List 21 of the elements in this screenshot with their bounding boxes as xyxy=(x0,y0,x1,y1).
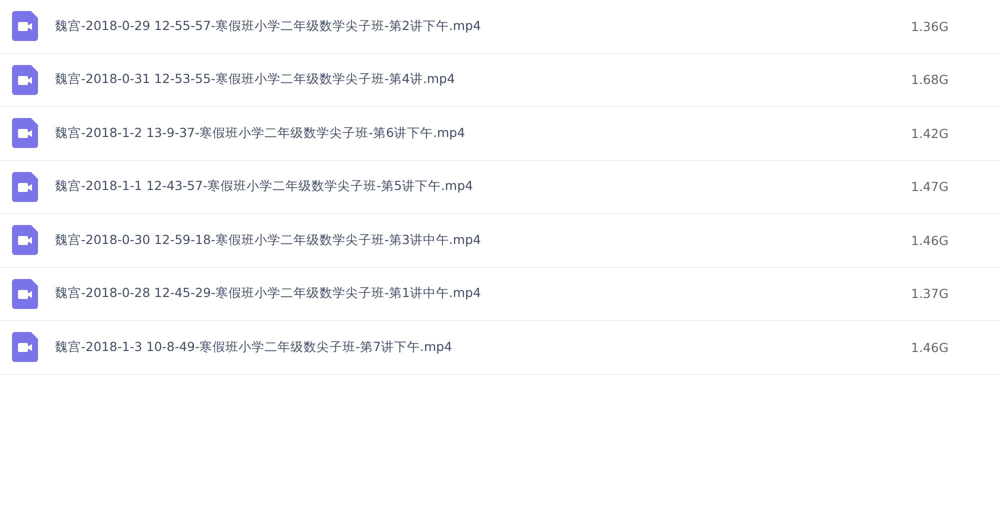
file-name[interactable]: 魏宫-2018-1-3 10-8-49-寒假班小学二年级数尖子班-第7讲下午.mp4 xyxy=(55,338,905,356)
file-name[interactable]: 魏宫-2018-0-28 12-45-29-寒假班小学二年级数学尖子班-第1讲中午.mp4 xyxy=(55,285,905,302)
video-file-icon xyxy=(12,11,38,42)
file-size: 1.46G xyxy=(911,340,949,355)
file-size: 1.36G xyxy=(911,18,949,34)
video-file-icon xyxy=(12,278,38,309)
video-file-icon xyxy=(12,225,38,256)
file-size: 1.46G xyxy=(911,232,949,248)
video-file-icon xyxy=(12,332,38,362)
file-name[interactable]: 魏宫-2018-0-31 12-53-55-寒假班小学二年级数学尖子班-第4讲.mp4 xyxy=(55,71,905,88)
video-file-icon xyxy=(12,118,38,148)
video-file-icon xyxy=(12,172,38,202)
file-size: 1.47G xyxy=(911,179,949,194)
file-name[interactable]: 魏宫-2018-0-29 12-55-57-寒假班小学二年级数学尖子班-第2讲下午.mp4 xyxy=(55,18,905,35)
file-name[interactable]: 魏宫-2018-1-1 12-43-57-寒假班小学二年级数学尖子班-第5讲下午.mp4 xyxy=(55,178,905,196)
file-name[interactable]: 魏宫-2018-0-30 12-59-18-寒假班小学二年级数学尖子班-第3讲中午.mp4 xyxy=(55,232,905,249)
file-name[interactable]: 魏宫-2018-1-2 13-9-37-寒假班小学二年级数学尖子班-第6讲下午.mp4 xyxy=(55,124,905,142)
file-size: 1.68G xyxy=(911,72,949,88)
file-size: 1.42G xyxy=(911,126,949,141)
file-size: 1.37G xyxy=(911,286,949,302)
video-file-icon xyxy=(12,64,38,95)
